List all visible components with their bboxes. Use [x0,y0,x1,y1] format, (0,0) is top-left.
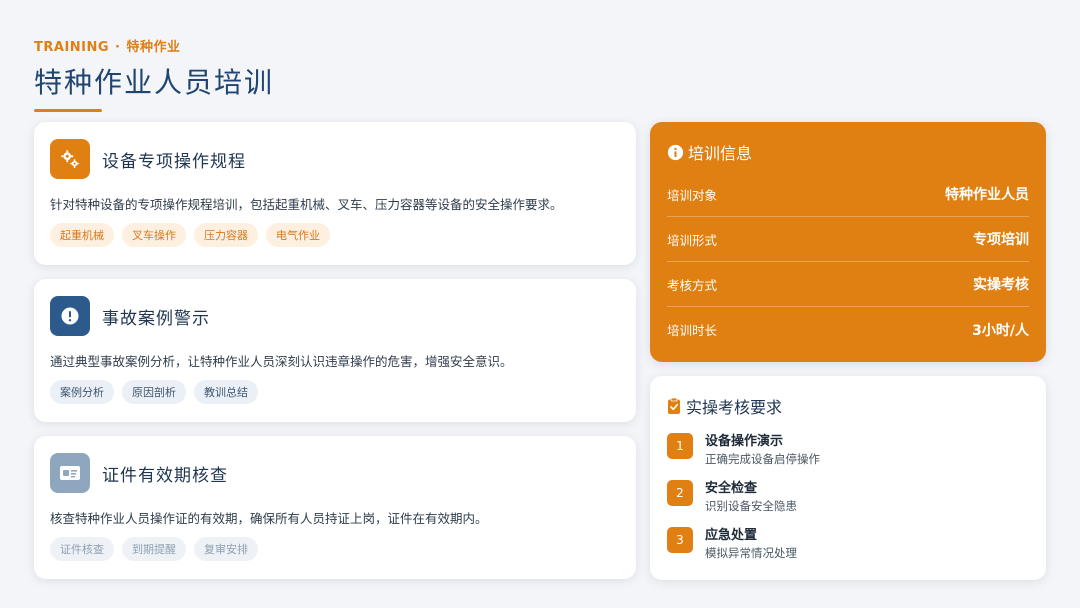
tag: 复审安排 [194,537,258,561]
requirement-item: 2 安全检查 识别设备安全隐患 [667,477,1029,524]
card-description: 核查特种作业人员操作证的有效期，确保所有人员持证上岗，证件在有效期内。 [50,511,488,526]
card-title: 事故案例警示 [102,308,210,329]
eyebrow: TRAINING · 特种作业 [34,36,274,55]
card-description: 通过典型事故案例分析，让特种作业人员深刻认识违章操作的危害，增强安全意识。 [50,354,513,369]
requirement-text: 应急处置 模拟异常情况处理 [705,524,797,561]
step-number: 2 [667,480,693,506]
practical-requirements-card: 实操考核要求 1 设备操作演示 正确完成设备启停操作 2 安全检查 识别设备安全… [650,376,1046,580]
tag: 案例分析 [50,380,114,404]
requirement-text: 安全检查 识别设备安全隐患 [705,477,797,514]
info-icon [667,144,684,160]
step-number: 3 [667,527,693,553]
card-header: 事故案例警示 [50,295,620,337]
requirement-desc: 模拟异常情况处理 [705,546,797,560]
eyebrow-separator: · [115,40,121,55]
requirements-list: 1 设备操作演示 正确完成设备启停操作 2 安全检查 识别设备安全隐患 3 应急… [667,430,1029,571]
gears-icon [50,139,90,179]
info-value: 3小时/人 [972,322,1029,339]
tag-list: 证件核查 到期提醒 复审安排 [50,537,620,561]
card-header: 证件有效期核查 [50,452,620,494]
eyebrow-en: TRAINING [34,40,110,55]
info-label: 培训时长 [667,323,718,338]
tag: 证件核查 [50,537,114,561]
requirement-item: 3 应急处置 模拟异常情况处理 [667,524,1029,571]
card-equipment-procedures: 设备专项操作规程 针对特种设备的专项操作规程培训，包括起重机械、叉车、压力容器等… [34,122,636,265]
id-card-icon [50,453,90,493]
requirements-title: 实操考核要求 [667,394,1029,418]
tag-list: 起重机械 叉车操作 压力容器 电气作业 [50,223,620,247]
info-label: 考核方式 [667,277,718,293]
info-row: 考核方式 实操考核 [667,262,1029,307]
clipboard-check-icon [668,397,680,414]
alert-icon [50,296,90,336]
tag: 起重机械 [50,223,114,247]
info-value: 特种作业人员 [945,187,1029,203]
tag-list: 案例分析 原因剖析 教训总结 [50,380,620,404]
title-underline [34,109,102,112]
info-row: 培训形式 专项培训 [667,217,1029,262]
info-row: 培训对象 特种作业人员 [667,172,1029,217]
info-value: 实操考核 [973,277,1029,293]
tag: 压力容器 [194,223,258,247]
card-header: 设备专项操作规程 [50,138,620,180]
card-accident-cases: 事故案例警示 通过典型事故案例分析，让特种作业人员深刻认识违章操作的危害，增强安… [34,279,636,422]
tag: 原因剖析 [122,380,186,404]
info-title: 培训信息 [667,140,1029,164]
requirement-desc: 识别设备安全隐患 [705,499,797,513]
requirement-text: 设备操作演示 正确完成设备启停操作 [705,430,820,467]
card-title: 设备专项操作规程 [102,151,246,172]
page-title: 特种作业人员培训 [34,66,275,99]
card-title: 证件有效期核查 [102,465,228,486]
requirement-item: 1 设备操作演示 正确完成设备启停操作 [667,430,1029,477]
requirement-name: 安全检查 [705,481,758,496]
card-description: 针对特种设备的专项操作规程培训，包括起重机械、叉车、压力容器等设备的安全操作要求… [50,197,563,212]
info-rows: 培训对象 特种作业人员 培训形式 专项培训 考核方式 实操考核 培训时长 3小时… [667,172,1029,352]
requirements-title-text: 实操考核要求 [686,398,783,417]
requirement-desc: 正确完成设备启停操作 [705,452,820,466]
tag: 电气作业 [266,223,330,247]
requirement-name: 应急处置 [705,528,758,543]
tag: 教训总结 [194,380,258,404]
page-header: TRAINING · 特种作业 特种作业人员培训 [34,36,274,112]
tag: 到期提醒 [122,537,186,561]
training-info-card: 培训信息 培训对象 特种作业人员 培训形式 专项培训 考核方式 实操考核 培训时… [650,122,1046,362]
info-value: 专项培训 [973,232,1029,248]
requirement-name: 设备操作演示 [705,434,784,449]
info-row: 培训时长 3小时/人 [667,307,1029,352]
step-number: 1 [667,433,693,459]
eyebrow-cn: 特种作业 [126,40,181,55]
info-label: 培训对象 [667,187,718,203]
card-certificate-check: 证件有效期核查 核查特种作业人员操作证的有效期，确保所有人员持证上岗，证件在有效… [34,436,636,579]
tag: 叉车操作 [122,223,186,247]
info-title-text: 培训信息 [688,144,753,163]
info-label: 培训形式 [667,232,718,248]
